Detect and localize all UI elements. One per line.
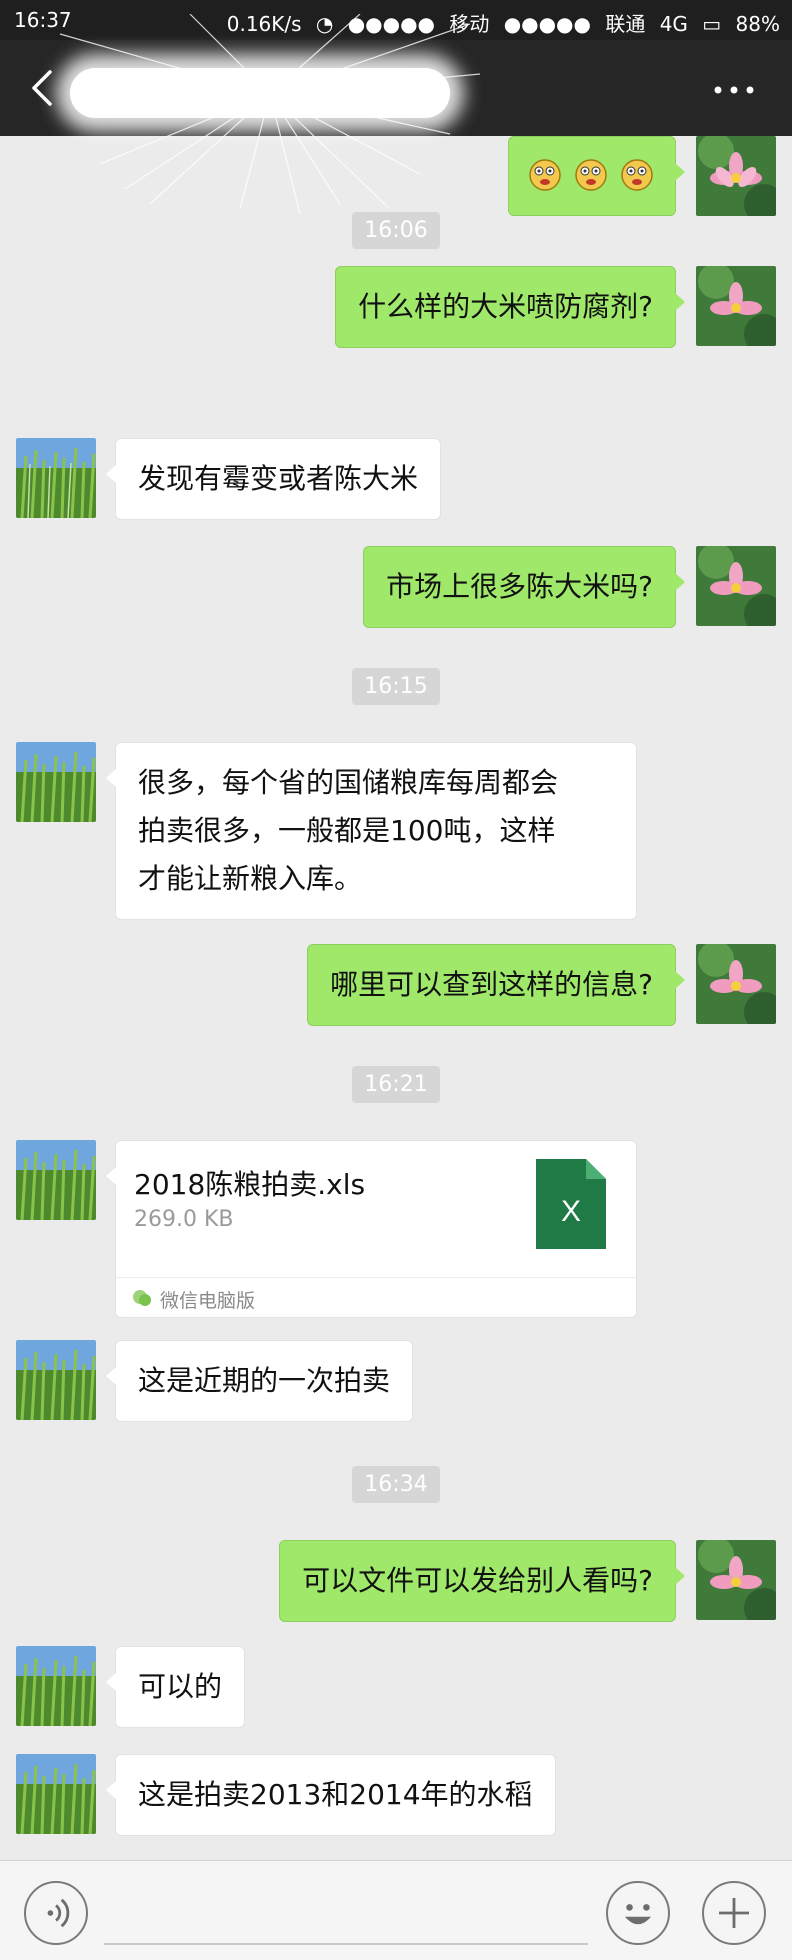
- message-bubble-received[interactable]: 可以的: [105, 1646, 246, 1728]
- file-size: 269.0 KB: [134, 1207, 234, 1232]
- battery-icon: ▭: [702, 12, 722, 36]
- avatar-me[interactable]: [696, 266, 776, 346]
- message-bubble-sent[interactable]: 哪里可以查到这样的信息?: [307, 944, 685, 1026]
- avatar-contact[interactable]: [16, 1754, 96, 1834]
- file-attachment-card[interactable]: 2018陈粮拍卖.xls 269.0 KB X 微信电脑版: [106, 1140, 637, 1318]
- message-bubble-sent[interactable]: 可以文件可以发给别人看吗?: [279, 1540, 685, 1622]
- message-bubble-sent[interactable]: 什么样的大米喷防腐剂?: [335, 266, 685, 348]
- status-indicators: 0.16K/s ◔ ●●●●● 移动 ●●●●● 联通 4G ▭ 88%: [219, 8, 780, 37]
- wechat-pc-icon: [133, 1290, 151, 1306]
- avatar-contact[interactable]: [16, 1646, 96, 1726]
- avatar-contact[interactable]: [16, 1340, 96, 1420]
- carrier-1: 移动: [449, 12, 490, 36]
- wifi-icon: ◔: [315, 12, 334, 36]
- avatar-contact[interactable]: [16, 438, 96, 518]
- file-source-footer: 微信电脑版: [116, 1277, 636, 1317]
- excel-file-icon: X: [536, 1159, 606, 1249]
- emoji-icon: [624, 1904, 652, 1925]
- timestamp: 16:15: [0, 668, 792, 705]
- status-bar: 16:37 0.16K/s ◔ ●●●●● 移动 ●●●●● 联通 4G ▭ 8…: [0, 0, 792, 40]
- voice-icon: [47, 1898, 70, 1928]
- message-bubble-sent[interactable]: 市场上很多陈大米吗?: [363, 546, 685, 628]
- message-line: 才能让新粮入库。: [138, 862, 363, 895]
- network-speed: 0.16K/s: [226, 12, 302, 36]
- input-bar: [0, 1860, 792, 1960]
- carrier-2: 联通: [605, 12, 646, 36]
- plus-icon: [719, 1898, 749, 1928]
- avatar-contact[interactable]: [16, 1140, 96, 1220]
- timestamp: 16:21: [0, 1066, 792, 1103]
- battery-level: 88%: [735, 12, 780, 36]
- chevron-left-icon[interactable]: [26, 68, 62, 108]
- message-bubble-received[interactable]: 发现有霉变或者陈大米: [105, 438, 442, 520]
- avatar-me[interactable]: [696, 1540, 776, 1620]
- voice-button[interactable]: [24, 1881, 88, 1945]
- timestamp: 16:06: [0, 212, 792, 249]
- emoji-sticker-icon: [529, 159, 653, 191]
- message-bubble-received[interactable]: 这是近期的一次拍卖: [105, 1340, 414, 1422]
- avatar-me[interactable]: [696, 546, 776, 626]
- network-type: 4G: [659, 12, 688, 36]
- file-source-label: 微信电脑版: [160, 1290, 256, 1312]
- avatar-me[interactable]: [696, 944, 776, 1024]
- message-line: 拍卖很多，一般都是100吨，这样: [138, 814, 556, 847]
- signal-icon: ●●●●●: [347, 12, 435, 36]
- signal-icon-2: ●●●●●: [503, 12, 591, 36]
- message-bubble-sent[interactable]: [508, 136, 685, 216]
- avatar-me[interactable]: [696, 136, 776, 216]
- file-name: 2018陈粮拍卖.xls: [134, 1168, 366, 1201]
- emoji-button[interactable]: [606, 1881, 670, 1945]
- redacted-contact-name: [70, 68, 450, 118]
- status-time: 16:37: [14, 8, 72, 32]
- chat-messages[interactable]: 16:06 什么样的大米喷防腐剂? 发现有霉变或者陈大米 市场上很多陈大米吗? …: [0, 136, 792, 1860]
- avatar-contact[interactable]: [16, 742, 96, 822]
- message-bubble-received[interactable]: 这是拍卖2013和2014年的水稻: [106, 1754, 556, 1836]
- more-dots-icon[interactable]: [714, 86, 754, 94]
- message-bubble-received[interactable]: 很多，每个省的国储粮库每周都会 拍卖很多，一般都是100吨，这样 才能让新粮入库…: [106, 742, 637, 920]
- message-input[interactable]: [104, 1883, 588, 1945]
- chat-header: [0, 40, 792, 136]
- message-line: 很多，每个省的国储粮库每周都会: [138, 766, 559, 799]
- timestamp: 16:34: [0, 1466, 792, 1503]
- plus-button[interactable]: [702, 1881, 766, 1945]
- excel-icon-letter: X: [561, 1195, 581, 1228]
